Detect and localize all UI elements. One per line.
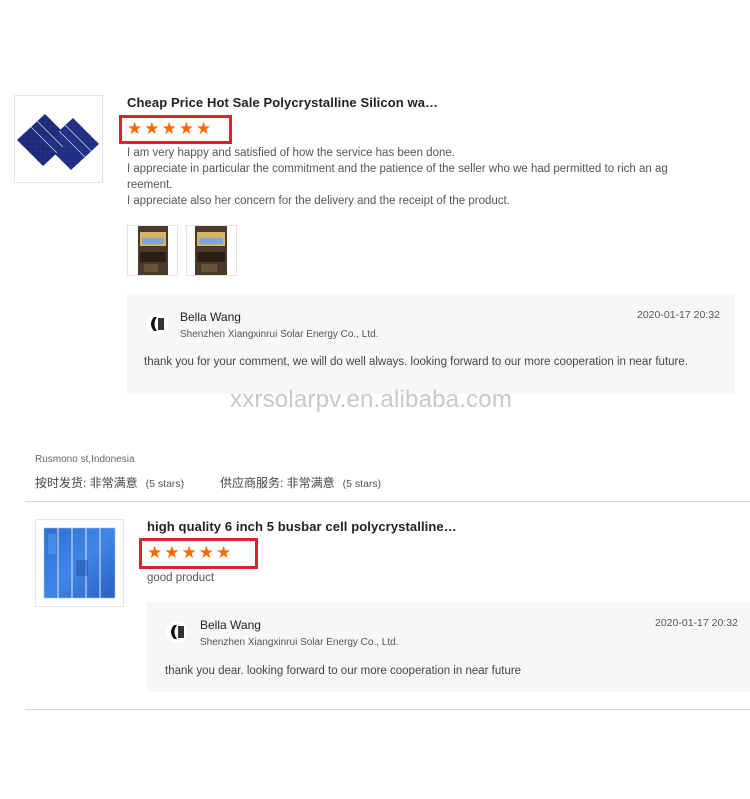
star-icon: ★ — [181, 543, 197, 563]
solar-cell-image — [43, 527, 116, 599]
product-title-link[interactable]: high quality 6 inch 5 busbar cell polycr… — [147, 519, 457, 534]
star-icon: ★ — [161, 119, 177, 139]
star-icon: ★ — [178, 119, 194, 139]
product-thumbnail-1[interactable] — [14, 95, 103, 183]
review-text-line: I appreciate also her concern for the de… — [127, 195, 510, 207]
review-text: good product — [147, 572, 215, 584]
seller-reply: Bella Wang Shenzhen Xiangxinrui Solar En… — [147, 602, 750, 692]
solar-wafer-image — [17, 114, 99, 170]
rating-count: (5 stars) — [145, 478, 185, 490]
star-icon: ★ — [164, 543, 180, 563]
reply-date: 2020-01-17 20:32 — [637, 309, 720, 321]
watermark: xxrsolarpv.en.alibaba.com — [230, 386, 513, 413]
star-rating: ★ ★ ★ ★ ★ — [119, 115, 232, 144]
star-icon: ★ — [198, 543, 214, 563]
star-icon: ★ — [127, 119, 143, 139]
reply-date: 2020-01-17 20:32 — [655, 617, 738, 629]
reply-text: thank you for your comment, we will do w… — [144, 356, 688, 368]
review-text-line: I am very happy and satisfied of how the… — [127, 147, 455, 159]
seller-company: Shenzhen Xiangxinrui Solar Energy Co., L… — [200, 637, 399, 648]
review-photo-2[interactable] — [186, 225, 237, 276]
photo-image — [195, 226, 227, 275]
star-icon: ★ — [144, 119, 160, 139]
rating-label: 按时发货: 非常满意 — [35, 476, 138, 490]
rating-label: 供应商服务: 非常满意 — [220, 476, 335, 490]
section-divider — [25, 709, 750, 710]
seller-reply: Bella Wang Shenzhen Xiangxinrui Solar En… — [127, 294, 735, 394]
rating-count: (5 stars) — [342, 478, 382, 490]
review-photo-1[interactable] — [127, 225, 178, 276]
seller-name: Bella Wang — [180, 310, 241, 324]
product-title-link[interactable]: Cheap Price Hot Sale Polycrystalline Sil… — [127, 95, 438, 110]
seller-name: Bella Wang — [200, 618, 261, 632]
review-text-line: reement. — [127, 179, 173, 191]
review-text: I am very happy and satisfied of how the… — [127, 145, 707, 209]
review-text-line: I appreciate in particular the commitmen… — [127, 163, 668, 175]
star-icon: ★ — [216, 543, 232, 563]
star-icon: ★ — [147, 543, 163, 563]
product-thumbnail-2[interactable] — [35, 519, 124, 607]
seller-logo-icon — [166, 621, 188, 643]
reviewer-location: Rusmono st,Indonesia — [35, 454, 135, 465]
star-rating: ★ ★ ★ ★ ★ — [139, 538, 258, 569]
seller-logo-icon — [146, 313, 168, 335]
rating-delivery: 按时发货: 非常满意 (5 stars) — [35, 474, 184, 491]
photo-image — [138, 226, 168, 275]
reply-text: thank you dear. looking forward to our m… — [165, 665, 522, 677]
star-icon: ★ — [196, 119, 212, 139]
rating-service: 供应商服务: 非常满意 (5 stars) — [220, 474, 381, 491]
seller-company: Shenzhen Xiangxinrui Solar Energy Co., L… — [180, 329, 379, 340]
section-divider — [25, 501, 750, 502]
